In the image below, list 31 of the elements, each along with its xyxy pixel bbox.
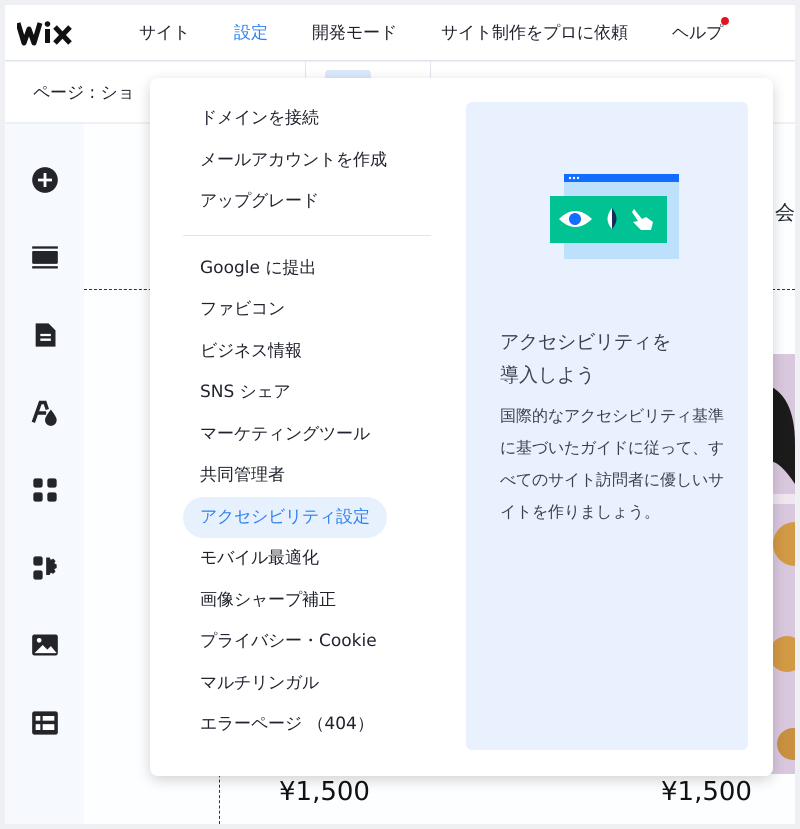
- menu-item[interactable]: SNS シェア: [183, 372, 308, 414]
- canvas-text: 会: [775, 199, 795, 226]
- sections-icon[interactable]: [30, 244, 58, 272]
- menu-item[interactable]: プライバシー・Cookie: [183, 621, 394, 662]
- font-drop-icon[interactable]: [30, 398, 58, 426]
- menu-item[interactable]: 画像シャープ補正: [183, 580, 353, 621]
- menu-item[interactable]: モバイル最適化: [183, 538, 336, 580]
- nav-tab[interactable]: サイト制作をプロに依頼: [419, 21, 650, 44]
- nav-tab[interactable]: 設定: [212, 21, 290, 44]
- menu-item[interactable]: Google に提出: [183, 248, 334, 289]
- menu-item[interactable]: メールアカウントを作成: [183, 140, 404, 181]
- gear-blocks-icon[interactable]: [30, 554, 58, 582]
- add-icon[interactable]: [30, 166, 58, 194]
- promo-description: 国際的なアクセシビリティ基準に基づいたガイドに従って、すべてのサイト訪問者に優しいサイトを作りましょう。: [500, 405, 725, 523]
- price-text: ¥1,500: [661, 777, 752, 807]
- table-icon[interactable]: [30, 708, 58, 736]
- nav-tab[interactable]: ヘルプ: [650, 21, 745, 44]
- nav-tab[interactable]: サイト: [117, 21, 212, 44]
- menu-item[interactable]: 共同管理者: [183, 455, 302, 496]
- menu-item[interactable]: アップグレード: [183, 181, 336, 222]
- promo-title: アクセシビリティを導入しよう: [500, 330, 672, 388]
- menu-item[interactable]: ビジネス情報: [183, 330, 319, 372]
- apps-icon[interactable]: [30, 476, 58, 504]
- menu-item[interactable]: マルチリンガル: [183, 662, 336, 704]
- page-selector[interactable]: ページ : ショ: [33, 80, 135, 104]
- menu-item[interactable]: エラーページ （404）: [183, 704, 391, 746]
- menu-item[interactable]: ドメインを接続: [183, 98, 336, 140]
- nav-tab[interactable]: 開発モード: [290, 21, 419, 44]
- menu-item[interactable]: マーケティングツール: [183, 414, 387, 455]
- price-text: ¥1,500: [279, 777, 370, 807]
- menu-item[interactable]: ファビコン: [183, 289, 302, 330]
